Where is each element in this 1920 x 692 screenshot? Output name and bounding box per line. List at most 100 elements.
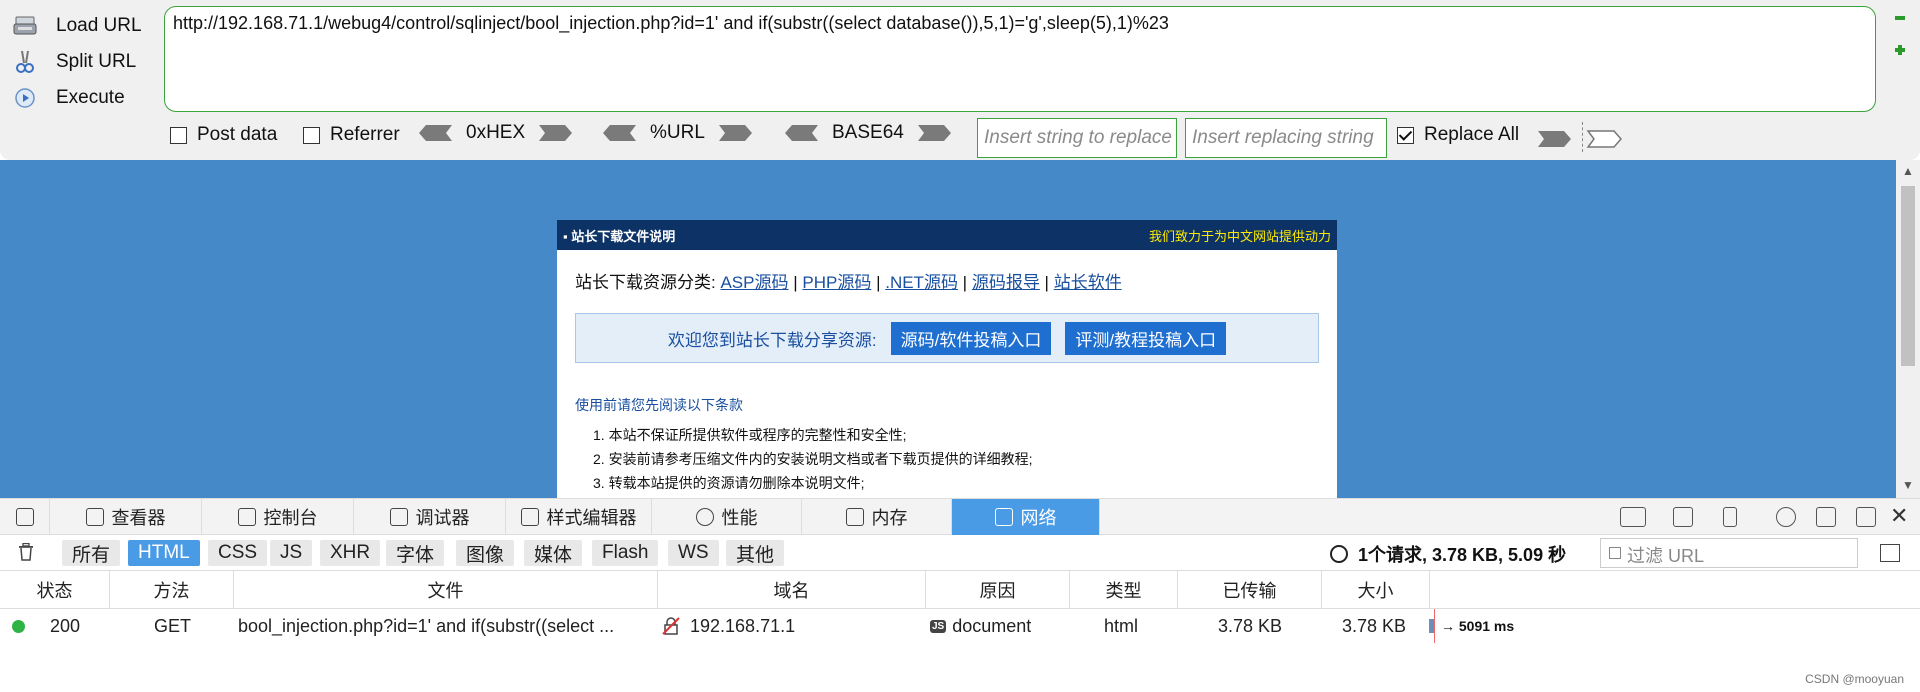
layout-toggle-icon[interactable] [1620, 507, 1646, 527]
url-textarea[interactable]: http://192.168.71.1/webug4/control/sqlin… [164, 6, 1876, 112]
column-status[interactable]: 状态 [0, 571, 110, 608]
request-domain: 192.168.71.1 [662, 609, 795, 643]
filter-ws[interactable]: WS [668, 540, 719, 566]
load-url-icon [12, 14, 38, 38]
column-size[interactable]: 大小 [1322, 571, 1430, 608]
filter-funnel-icon [1609, 547, 1621, 559]
category-link-asp[interactable]: ASP源码 [720, 273, 788, 292]
tab-debugger[interactable]: 调试器 [354, 499, 506, 535]
download-notice-panel: ▪ 站长下载文件说明 我们致力于为中文网站提供动力 站长下载资源分类: ASP源… [557, 220, 1337, 498]
undock-window-icon[interactable] [1856, 507, 1876, 527]
style-editor-icon [520, 508, 539, 526]
insert-string-input[interactable]: Insert string to replace [977, 118, 1177, 158]
element-picker-button[interactable] [0, 499, 50, 535]
referrer-checkbox[interactable] [303, 126, 320, 144]
referrer-label: Referrer [330, 124, 400, 145]
request-file: bool_injection.php?id=1' and if(substr((… [238, 615, 615, 636]
page-scrollbar[interactable]: ▲ ▼ [1896, 160, 1920, 498]
scroll-down-icon[interactable]: ▼ [1902, 478, 1914, 492]
category-link-net[interactable]: .NET源码 [885, 273, 958, 292]
filter-flash[interactable]: Flash [592, 540, 659, 566]
scroll-up-icon[interactable]: ▲ [1902, 164, 1914, 178]
split-console-icon[interactable] [1673, 507, 1693, 527]
tab-style-editor[interactable]: 样式编辑器 [506, 499, 652, 535]
column-transferred[interactable]: 已传输 [1178, 571, 1322, 608]
post-data-toggle[interactable]: Post data [170, 124, 277, 146]
category-link-software[interactable]: 站长软件 [1054, 273, 1122, 292]
filter-all[interactable]: 所有 [62, 540, 121, 566]
responsive-design-icon[interactable] [1723, 507, 1737, 527]
load-url-button[interactable]: Load URL [12, 8, 162, 44]
execute-icon [12, 86, 38, 110]
column-type[interactable]: 类型 [1070, 571, 1178, 608]
performance-icon [695, 508, 714, 526]
url-encoder-label: %URL [650, 122, 705, 143]
replace-all-checkbox[interactable] [1397, 126, 1414, 144]
referrer-toggle[interactable]: Referrer [303, 124, 400, 146]
scrollbar-thumb[interactable] [1901, 186, 1915, 366]
watermark: CSDN @mooyuan [1805, 672, 1904, 686]
filter-html[interactable]: HTML [128, 540, 200, 566]
replace-all-toggle[interactable]: Replace All [1397, 124, 1519, 146]
plus-icon[interactable] [1894, 44, 1906, 56]
base64-encode-right-arrow-icon[interactable] [916, 124, 952, 142]
category-row: 站长下载资源分类: ASP源码 | PHP源码 | .NET源码 | 源码报导 … [575, 273, 1122, 292]
hex-encode-right-arrow-icon[interactable] [537, 124, 573, 142]
tab-console[interactable]: 控制台 [202, 499, 354, 535]
console-icon [237, 508, 256, 526]
category-link-php[interactable]: PHP源码 [802, 273, 871, 292]
url-box-controls [1892, 12, 1908, 76]
dock-side-icon[interactable] [1816, 507, 1836, 527]
submit-review-button[interactable]: 评测/教程投稿入口 [1065, 321, 1227, 355]
tab-performance[interactable]: 性能 [652, 499, 802, 535]
tab-inspector[interactable]: 查看器 [50, 499, 202, 535]
filter-css[interactable]: CSS [208, 540, 268, 566]
status-dot-icon [12, 619, 25, 633]
base64-encoder-label: BASE64 [832, 122, 904, 143]
filter-other[interactable]: 其他 [726, 540, 785, 566]
close-devtools-icon[interactable]: ✕ [1890, 503, 1908, 529]
network-table-header: 状态 方法 文件 域名 原因 类型 已传输 大小 [0, 571, 1920, 609]
column-method[interactable]: 方法 [110, 571, 234, 608]
network-filter-bar: 所有 HTML CSS JS XHR 字体 图像 媒体 Flash WS 其他 … [0, 535, 1920, 571]
category-label: 站长下载资源分类: [575, 273, 716, 292]
devtools-panel: 查看器 控制台 调试器 样式编辑器 性能 内存 网络 ✕ 所有 HTML CSS [0, 498, 1920, 692]
split-url-button[interactable]: Split URL [12, 44, 162, 80]
submit-source-button[interactable]: 源码/软件投稿入口 [890, 321, 1052, 355]
settings-gear-icon[interactable] [1776, 507, 1796, 527]
request-size: 3.78 KB [1342, 615, 1407, 636]
tab-network[interactable]: 网络 [952, 499, 1100, 535]
url-encode-right-arrow-icon[interactable] [717, 124, 753, 142]
notice-list: 1. 本站不保证所提供软件或程序的完整性和安全性; 2. 安装前请参考压缩文件内… [593, 423, 1337, 495]
url-encode-left-arrow-icon[interactable] [602, 124, 638, 142]
minus-icon[interactable] [1894, 12, 1906, 24]
request-details-panel-icon[interactable] [1880, 544, 1900, 562]
replace-arrow-icon[interactable] [1536, 130, 1572, 148]
filter-fonts[interactable]: 字体 [386, 540, 445, 566]
column-cause[interactable]: 原因 [926, 571, 1070, 608]
filter-url-input[interactable]: 过滤 URL [1600, 538, 1858, 568]
column-domain[interactable]: 域名 [658, 571, 926, 608]
filter-media[interactable]: 媒体 [524, 540, 583, 566]
replacing-string-input[interactable]: Insert replacing string [1185, 118, 1387, 158]
status-code: 200 [50, 615, 81, 636]
execute-button[interactable]: Execute [12, 80, 162, 116]
replace-outline-arrow-icon[interactable] [1586, 130, 1622, 148]
filter-images[interactable]: 图像 [456, 540, 515, 566]
post-data-checkbox[interactable] [170, 126, 187, 144]
panel-header: ▪ 站长下载文件说明 我们致力于为中文网站提供动力 [557, 220, 1337, 250]
split-url-label: Split URL [56, 51, 137, 72]
base64-encode-left-arrow-icon[interactable] [784, 124, 820, 142]
table-row[interactable]: 200 GET bool_injection.php?id=1' and if(… [0, 609, 1920, 643]
column-file[interactable]: 文件 [234, 571, 658, 608]
request-method: GET [154, 615, 192, 636]
filter-xhr[interactable]: XHR [320, 540, 381, 566]
category-link-news[interactable]: 源码报导 [972, 273, 1040, 292]
status-indicator [12, 609, 25, 643]
request-timing: → 5091 ms [1441, 618, 1515, 634]
panel-header-title: ▪ 站长下载文件说明 [563, 228, 676, 244]
trash-icon[interactable] [18, 543, 34, 561]
hex-encode-left-arrow-icon[interactable] [418, 124, 454, 142]
filter-js[interactable]: JS [270, 540, 313, 566]
tab-memory[interactable]: 内存 [802, 499, 952, 535]
